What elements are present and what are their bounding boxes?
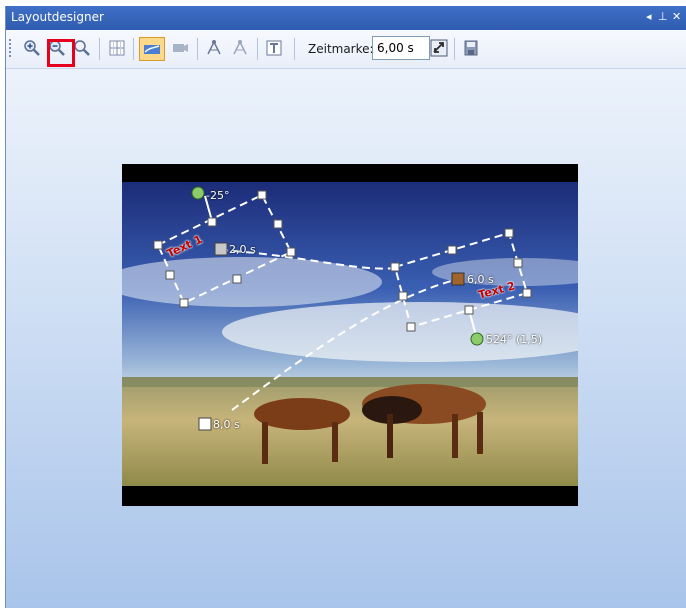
- toolbar-separator: [99, 38, 100, 60]
- zeitmarke-label: Zeitmarke:: [308, 42, 374, 56]
- grid-button[interactable]: [107, 38, 127, 58]
- zeitmarke-input[interactable]: 6,00 s: [372, 36, 430, 60]
- motion-path-button[interactable]: [139, 37, 165, 61]
- text-frame-button[interactable]: [264, 38, 284, 58]
- rotation-label-1: -25°: [206, 189, 230, 202]
- keyframe-icon: [430, 39, 448, 57]
- window-title: Layoutdesigner: [11, 10, 104, 24]
- zoom-in-icon: [24, 40, 40, 56]
- zoom-fit-button[interactable]: [72, 38, 92, 58]
- anchor-left-button[interactable]: [204, 38, 224, 58]
- zoom-in-button[interactable]: [22, 38, 42, 58]
- anchor-left-icon: [207, 40, 221, 55]
- anchor-right-icon: [233, 40, 247, 55]
- anchor-right-button[interactable]: [230, 38, 250, 58]
- keyframe-time-2: 6,0 s: [467, 273, 494, 286]
- save-button[interactable]: [461, 38, 481, 58]
- pin-icon[interactable]: ⊥: [658, 10, 668, 23]
- toolbar-separator: [454, 38, 455, 60]
- pin-left-icon[interactable]: ◂: [646, 10, 652, 23]
- save-icon: [464, 40, 478, 56]
- zoom-fit-icon: [74, 40, 90, 56]
- layoutdesigner-window: Layoutdesigner ◂ ⊥ ✕ Zeitmarke: 6,00 s: [5, 6, 686, 608]
- camera-button[interactable]: [170, 38, 190, 58]
- text-frame-icon: [266, 40, 282, 56]
- toolbar-separator: [257, 38, 258, 60]
- close-icon[interactable]: ✕: [672, 10, 681, 23]
- camera-icon: [173, 44, 188, 52]
- toolbar: Zeitmarke: 6,00 s: [6, 30, 686, 69]
- keyframe-time-1: 2,0 s: [229, 243, 256, 256]
- keyframe-time-3: 8,0 s: [213, 418, 240, 431]
- highlight-box: [47, 39, 75, 67]
- rotation-label-2: 524° (1,5): [486, 333, 543, 346]
- toolbar-grip[interactable]: [9, 39, 14, 57]
- toolbar-separator: [197, 38, 198, 60]
- toolbar-separator: [133, 38, 134, 60]
- motion-path-icon: [144, 45, 160, 54]
- toolbar-separator: [294, 38, 295, 60]
- grid-icon: [109, 40, 125, 56]
- title-bar[interactable]: Layoutdesigner ◂ ⊥ ✕: [6, 6, 686, 30]
- set-keyframe-button[interactable]: [429, 38, 449, 58]
